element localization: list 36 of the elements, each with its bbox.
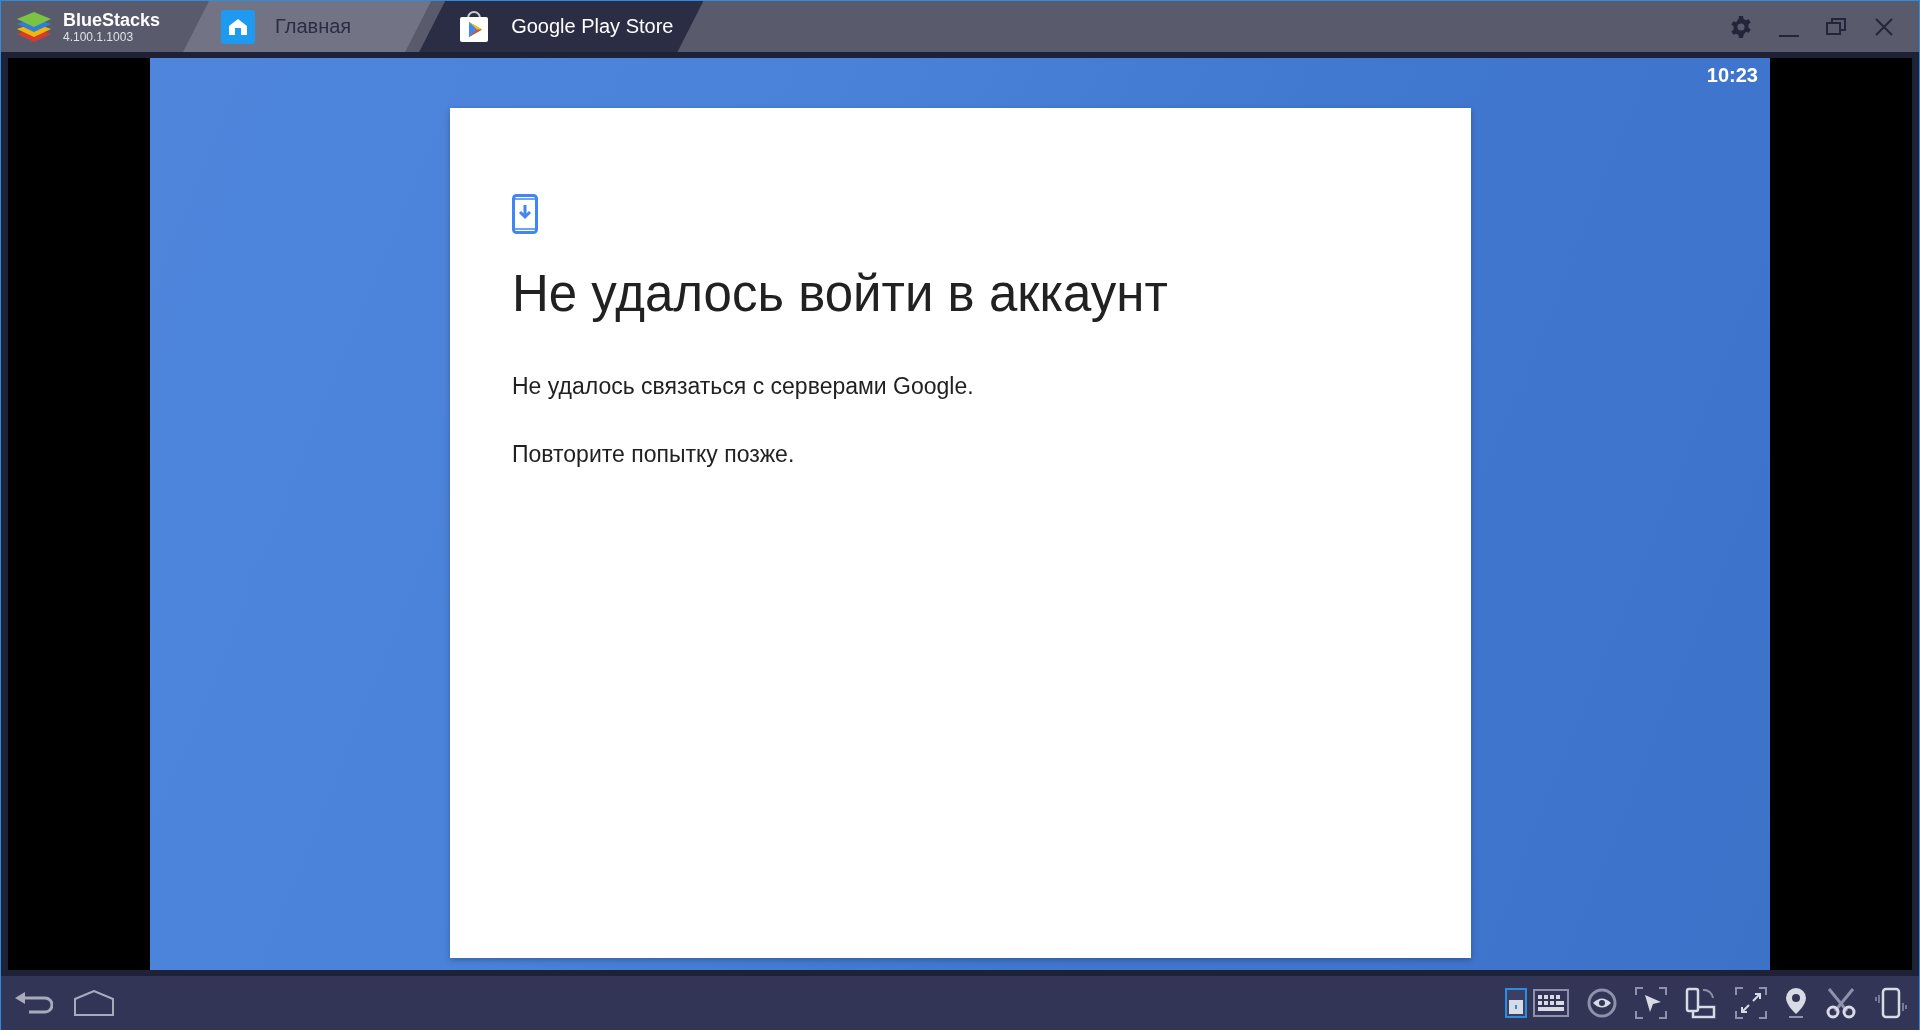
eye-button[interactable] [1587, 988, 1617, 1018]
minimize-icon [1779, 34, 1799, 37]
shake-button[interactable] [1875, 987, 1907, 1019]
fullscreen-icon [1735, 987, 1767, 1019]
app-version: 4.100.1.1003 [63, 29, 135, 44]
pointer-button[interactable] [1635, 987, 1667, 1019]
location-button[interactable] [1785, 987, 1807, 1019]
restore-icon [1825, 15, 1847, 38]
house-icon [221, 9, 255, 44]
dialog-title: Не удалось войти в аккаунт [512, 264, 1169, 324]
map-pin-icon [1785, 987, 1807, 1019]
rotate-screen-icon [1685, 987, 1717, 1019]
dialog-message: Не удалось связаться с серверами Google. [512, 372, 975, 400]
clock: 10:23 [1706, 64, 1758, 87]
tab[interactable]: Google Play Store [419, 1, 704, 52]
back-arrow-icon [13, 990, 53, 1016]
scissors-icon [1825, 987, 1857, 1019]
gear-icon [1729, 14, 1753, 39]
shaking-phone-icon [1875, 987, 1907, 1019]
toggle-switch-icon [1505, 988, 1527, 1018]
back-button[interactable] [13, 990, 53, 1016]
home-button[interactable] [73, 990, 115, 1016]
keyboard-icon [1533, 989, 1569, 1017]
home-outline-icon [73, 990, 115, 1016]
layered-logo-icon [15, 9, 53, 44]
rotate-button[interactable] [1685, 987, 1717, 1019]
app-name: BlueStacks [63, 9, 161, 30]
controls-toggle-button[interactable] [1505, 988, 1527, 1018]
eye-icon [1587, 988, 1617, 1018]
cursor-frame-icon [1635, 987, 1667, 1019]
phone-download-icon [512, 194, 538, 234]
close-icon [1873, 15, 1895, 38]
keyboard-button[interactable] [1533, 989, 1569, 1017]
dialog-message: Повторите попытку позже. [512, 440, 796, 468]
fullscreen-button[interactable] [1735, 987, 1767, 1019]
screenshot-button[interactable] [1825, 987, 1857, 1019]
